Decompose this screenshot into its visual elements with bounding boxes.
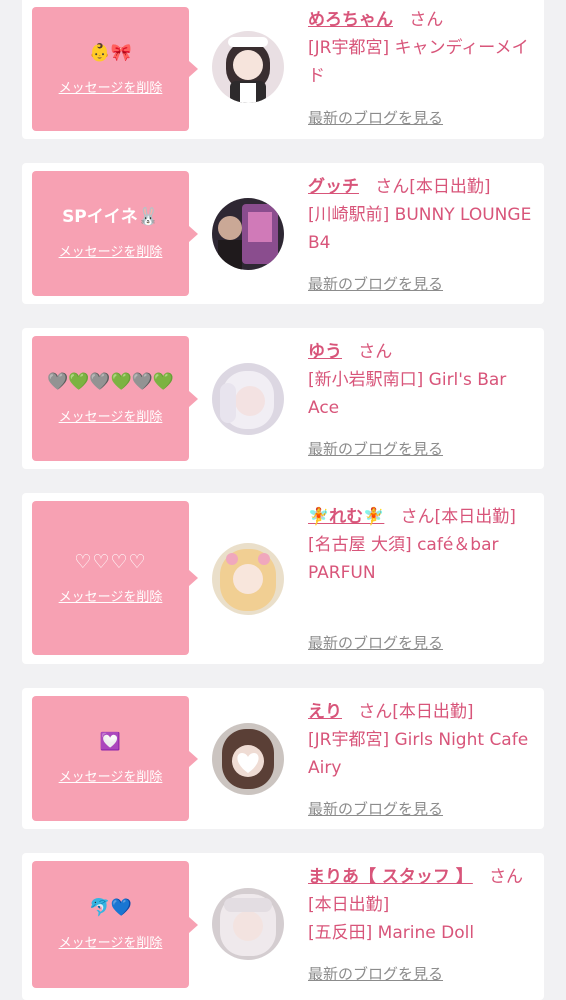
delete-message-link[interactable]: メッセージを削除 [59,766,163,785]
cast-name-link[interactable]: めろちゃん [308,10,393,30]
message-bubble: 🐬💙 メッセージを削除 [32,861,189,988]
cast-info: まりあ【 スタッフ 】 さん[本日出勤] [五反田] Marine Doll [308,863,538,947]
avatar-photo [212,723,284,795]
avatar[interactable] [212,888,284,960]
avatar[interactable] [212,723,284,795]
message-bubble: ♡♡♡♡ メッセージを削除 [32,501,189,655]
message-text: SPイイネ🐰 [62,207,159,227]
message-card: 🩶💚🩶💚🩶💚 メッセージを削除 ゆう さん [新小岩駅南口] Girl's Ba… [22,328,544,469]
message-text: 🐬💙 [89,898,132,918]
message-text: ♡♡♡♡ [74,550,147,573]
cast-name-link[interactable]: グッチ [308,177,359,197]
cast-info: 🧚れむ🧚 さん[本日出勤] [名古屋 大須] café＆bar PARFUN [308,503,538,587]
shop-name: [名古屋 大須] café＆bar PARFUN [308,535,499,583]
message-bubble: SPイイネ🐰 メッセージを削除 [32,171,189,296]
cast-name-link[interactable]: ゆう [308,342,342,362]
shop-name: [川崎駅前] BUNNY LOUNGE B4 [308,205,532,253]
cast-name-link[interactable]: えり [308,702,342,722]
message-card: 👶🎀 メッセージを削除 めろちゃん さん [JR宇都宮] キャンディーメイド 最… [22,0,544,139]
honorific-text: さん [358,342,393,362]
avatar[interactable] [212,363,284,435]
latest-blog-link[interactable]: 最新のブログを見る [308,438,443,459]
latest-blog-link[interactable]: 最新のブログを見る [308,273,443,294]
latest-blog-link[interactable]: 最新のブログを見る [308,107,443,128]
shop-name: [五反田] Marine Doll [308,923,475,943]
avatar-photo [212,31,284,103]
delete-message-link[interactable]: メッセージを削除 [59,586,163,605]
cast-info: えり さん[本日出勤] [JR宇都宮] Girls Night Cafe Air… [308,698,538,782]
avatar-photo [212,543,284,615]
message-bubble: 👶🎀 メッセージを削除 [32,7,189,131]
cast-info: グッチ さん[本日出勤] [川崎駅前] BUNNY LOUNGE B4 [308,173,538,257]
message-card: SPイイネ🐰 メッセージを削除 グッチ さん[本日出勤] [川崎駅前] BUNN… [22,163,544,304]
honorific-text: さん [409,10,444,30]
avatar-photo [212,363,284,435]
message-card: 💟 メッセージを削除 えり さん[本日出勤] [JR宇都宮] Girls Nig… [22,688,544,829]
latest-blog-link[interactable]: 最新のブログを見る [308,963,443,984]
message-bubble: 🩶💚🩶💚🩶💚 メッセージを削除 [32,336,189,461]
honorific-text: さん[本日出勤] [400,507,516,527]
message-text: 💟 [99,732,122,752]
cast-info: めろちゃん さん [JR宇都宮] キャンディーメイド [308,6,538,90]
message-bubble: 💟 メッセージを削除 [32,696,189,821]
latest-blog-link[interactable]: 最新のブログを見る [308,632,443,653]
delete-message-link[interactable]: メッセージを削除 [59,406,163,425]
latest-blog-link[interactable]: 最新のブログを見る [308,798,443,819]
cast-name-link[interactable]: 🧚れむ🧚 [308,507,384,527]
message-text: 🩶💚🩶💚🩶💚 [46,372,174,392]
avatar[interactable] [212,198,284,270]
shop-name: [新小岩駅南口] Girl's Bar Ace [308,370,507,418]
cast-name-link[interactable]: まりあ【 スタッフ 】 [308,867,473,887]
cast-info: ゆう さん [新小岩駅南口] Girl's Bar Ace [308,338,538,422]
avatar[interactable] [212,543,284,615]
delete-message-link[interactable]: メッセージを削除 [59,77,163,96]
message-card: 🐬💙 メッセージを削除 まりあ【 スタッフ 】 さん[本日出勤] [五反田] M… [22,853,544,1000]
delete-message-link[interactable]: メッセージを削除 [59,932,163,951]
shop-name: [JR宇都宮] Girls Night Cafe Airy [308,730,529,778]
avatar-photo [212,888,284,960]
honorific-text: さん[本日出勤] [375,177,491,197]
message-card: ♡♡♡♡ メッセージを削除 🧚れむ🧚 さん[本日出勤] [名古屋 大須] caf… [22,493,544,664]
shop-name: [JR宇都宮] キャンディーメイド [308,38,529,86]
honorific-text: さん[本日出勤] [358,702,474,722]
message-text: 👶🎀 [89,42,132,63]
delete-message-link[interactable]: メッセージを削除 [59,241,163,260]
avatar-photo [212,198,284,270]
avatar[interactable] [212,31,284,103]
